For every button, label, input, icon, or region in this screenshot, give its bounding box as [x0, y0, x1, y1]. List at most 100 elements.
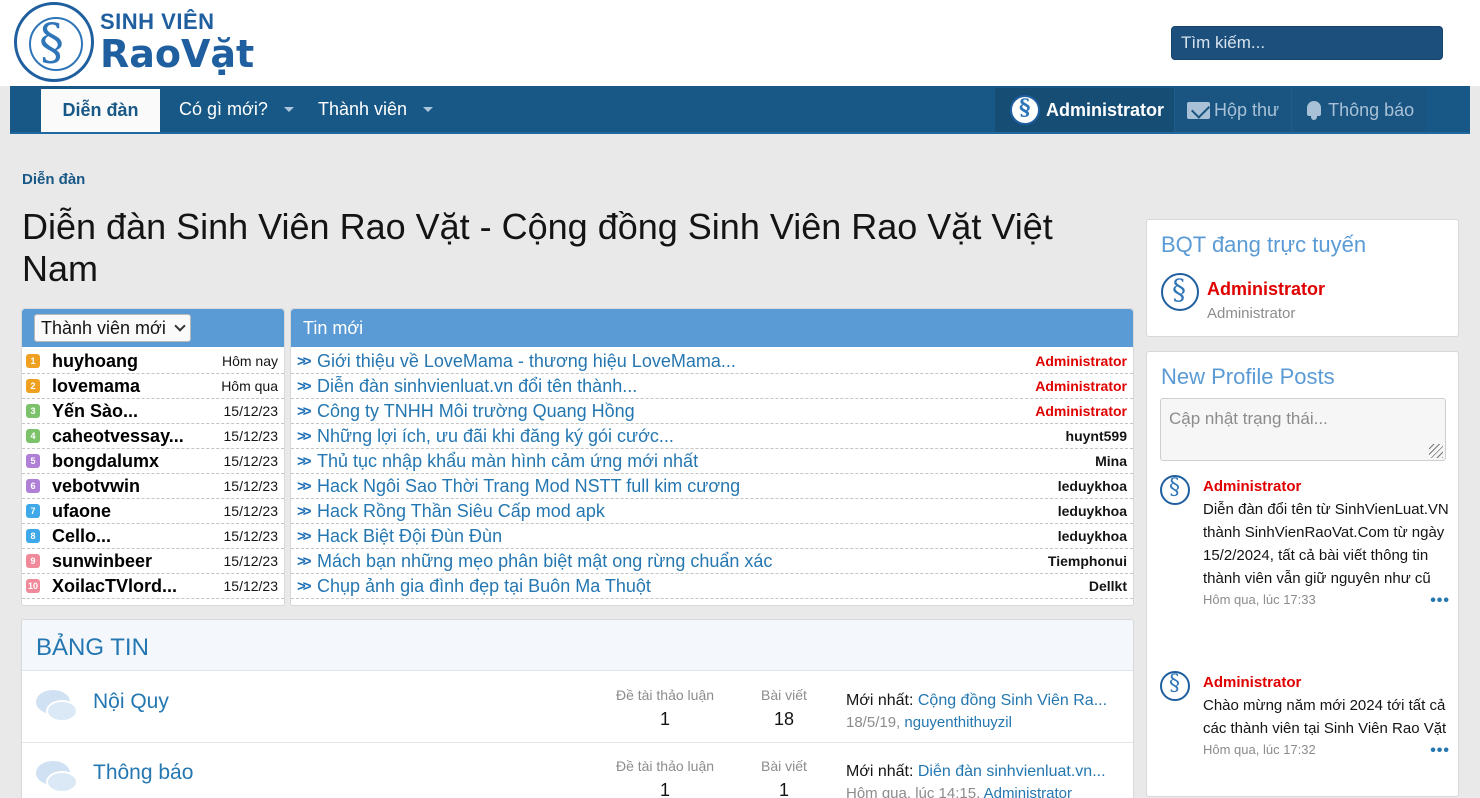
- latest-thread-link[interactable]: Diễn đàn sinhvienluat.vn...: [918, 763, 1106, 780]
- latest-prefix: Mới nhất:: [846, 763, 918, 780]
- more-options-icon[interactable]: •••: [1430, 742, 1450, 760]
- thread-author[interactable]: Administrator: [1035, 378, 1127, 394]
- alerts-button[interactable]: Thông báo: [1291, 88, 1427, 132]
- logo-emblem-icon: [14, 2, 94, 82]
- post-time[interactable]: Hôm qua, lúc 17:32: [1203, 742, 1316, 760]
- account-name: Administrator: [1046, 99, 1165, 120]
- thread-author[interactable]: leduykhoa: [1058, 528, 1127, 544]
- profile-posts-title[interactable]: New Profile Posts: [1147, 352, 1458, 390]
- thread-author[interactable]: Tiemphonui: [1048, 553, 1127, 569]
- rank-badge-icon: 1: [26, 354, 40, 368]
- rank-badge-icon: 8: [26, 529, 40, 543]
- node-title[interactable]: Thông báo: [93, 761, 193, 785]
- latest-user-link[interactable]: nguyenthithuyzil: [904, 714, 1012, 731]
- tab-whats-new[interactable]: Có gì mới?: [179, 86, 294, 132]
- thread-title-link[interactable]: Hack Ngôi Sao Thời Trang Mod NSTT full k…: [317, 476, 1050, 497]
- category-title[interactable]: BẢNG TIN: [22, 620, 1133, 671]
- more-options-icon[interactable]: •••: [1430, 592, 1450, 610]
- thread-title-link[interactable]: Công ty TNHH Môi trường Quang Hồng: [317, 401, 1027, 422]
- thread-title-link[interactable]: Thủ tục nhập khẩu màn hình cảm ứng mới n…: [317, 451, 1087, 472]
- member-row: 4 caheotvessay... 15/12/23: [22, 424, 284, 449]
- member-row: 2 lovemama Hôm qua: [22, 374, 284, 399]
- member-name[interactable]: lovemama: [52, 376, 217, 397]
- thread-author[interactable]: leduykhoa: [1058, 478, 1127, 494]
- search-input[interactable]: Tìm kiếm...: [1171, 26, 1443, 60]
- member-row: 3 Yến Sào... 15/12/23: [22, 399, 284, 424]
- thread-title-link[interactable]: Diễn đàn sinhvienluat.vn đổi tên thành..…: [317, 376, 1027, 397]
- double-chevron-right-icon: >>: [297, 502, 312, 520]
- profile-post: Administrator Diễn đàn đổi tên từ SinhVi…: [1160, 475, 1450, 610]
- post-author[interactable]: Administrator: [1203, 475, 1450, 498]
- member-name[interactable]: caheotvessay...: [52, 426, 220, 447]
- latest-thread-link[interactable]: Cộng đồng Sinh Viên Ra...: [918, 692, 1107, 709]
- thread-row: >> Những lợi ích, ưu đãi khi đăng ký gói …: [291, 424, 1133, 449]
- tab-members[interactable]: Thành viên: [318, 86, 434, 132]
- thread-title-link[interactable]: Mách bạn những mẹo phân biệt mật ong rừn…: [317, 551, 1040, 572]
- member-row: 5 bongdalumx 15/12/23: [22, 449, 284, 474]
- post-avatar[interactable]: [1160, 475, 1190, 505]
- breadcrumb[interactable]: Diễn đàn: [22, 171, 85, 188]
- member-name[interactable]: XoilacTVlord...: [52, 576, 220, 597]
- staff-avatar[interactable]: [1161, 273, 1199, 311]
- latest-date[interactable]: 18/5/19: [846, 714, 896, 731]
- thread-author[interactable]: huynt599: [1066, 428, 1127, 444]
- latest-prefix: Mới nhất:: [846, 692, 918, 709]
- post-avatar[interactable]: [1160, 671, 1190, 701]
- member-join-date: 15/12/23: [223, 503, 279, 519]
- resize-handle-icon[interactable]: [1429, 444, 1443, 458]
- latest-user-link[interactable]: Administrator: [984, 785, 1072, 798]
- inbox-label: Hộp thư: [1214, 99, 1280, 120]
- inbox-button[interactable]: Hộp thư: [1174, 88, 1292, 132]
- posts-count: 1: [778, 780, 789, 798]
- new-members-widget: Thành viên mới 1 huyhoang Hôm nay 2 lovemama…: [21, 308, 285, 606]
- thread-author[interactable]: leduykhoa: [1058, 503, 1127, 519]
- staff-online-title[interactable]: BQT đang trực tuyến: [1147, 220, 1458, 258]
- chevron-down-icon: [174, 319, 186, 332]
- node-title[interactable]: Nội Quy: [93, 690, 169, 714]
- thread-title-link[interactable]: Giới thiệu về LoveMama - thương hiệu Lov…: [317, 351, 1027, 372]
- staff-online-widget: BQT đang trực tuyến Administrator Admini…: [1146, 219, 1459, 337]
- status-update-input[interactable]: Cập nhật trạng thái...: [1160, 398, 1446, 461]
- new-members-header: Thành viên mới: [22, 309, 284, 347]
- member-join-date: 15/12/23: [223, 428, 279, 444]
- page-title: Diễn đàn Sinh Viên Rao Vặt - Cộng đồng S…: [22, 206, 1053, 289]
- site-logo[interactable]: SINH VIÊN RaoVặt: [14, 2, 254, 82]
- member-join-date: Hôm qua: [221, 378, 278, 394]
- post-author[interactable]: Administrator: [1203, 671, 1450, 694]
- member-name[interactable]: Yến Sào...: [52, 401, 220, 422]
- rank-badge-icon: 2: [26, 379, 40, 393]
- staff-name[interactable]: Administrator: [1207, 279, 1325, 300]
- thread-title-link[interactable]: Hack Rồng Thần Siêu Cấp mod apk: [317, 501, 1050, 522]
- chevron-down-icon[interactable]: [283, 106, 294, 112]
- latest-date[interactable]: Hôm qua, lúc 14:15: [846, 785, 976, 798]
- tab-forums[interactable]: Diễn đàn: [41, 86, 160, 132]
- member-name[interactable]: sunwinbeer: [52, 551, 220, 572]
- member-name[interactable]: Cello...: [52, 526, 220, 547]
- thread-row: >> Hack Biệt Đội Đùn Đùn leduykhoa: [291, 524, 1133, 549]
- thread-author[interactable]: Mina: [1095, 453, 1127, 469]
- member-join-date: 15/12/23: [223, 578, 279, 594]
- envelope-icon: [1187, 101, 1211, 119]
- member-join-date: 15/12/23: [223, 478, 279, 494]
- thread-author[interactable]: Administrator: [1035, 353, 1127, 369]
- chat-bubbles-icon: [36, 761, 78, 797]
- member-name[interactable]: huyhoang: [52, 351, 218, 372]
- chevron-down-icon[interactable]: [423, 106, 434, 112]
- user-avatar: [1010, 95, 1040, 125]
- thread-author[interactable]: Administrator: [1035, 403, 1127, 419]
- member-name[interactable]: vebotvwin: [52, 476, 220, 497]
- thread-title-link[interactable]: Chụp ảnh gia đình đẹp tại Buôn Ma Thuột: [317, 576, 1081, 597]
- thread-title-link[interactable]: Những lợi ích, ưu đãi khi đăng ký gói cư…: [317, 426, 1058, 447]
- thread-row: >> Mách bạn những mẹo phân biệt mật ong r…: [291, 549, 1133, 574]
- member-join-date: Hôm nay: [221, 353, 278, 369]
- account-button[interactable]: Administrator: [995, 88, 1175, 132]
- post-time[interactable]: Hôm qua, lúc 17:33: [1203, 592, 1316, 610]
- member-name[interactable]: bongdalumx: [52, 451, 220, 472]
- tab-members-label: Thành viên: [318, 98, 408, 119]
- thread-author[interactable]: Dellkt: [1089, 578, 1127, 594]
- rank-badge-icon: 9: [26, 554, 40, 568]
- members-filter-select[interactable]: Thành viên mới: [34, 314, 191, 342]
- double-chevron-right-icon: >>: [297, 452, 312, 470]
- thread-title-link[interactable]: Hack Biệt Đội Đùn Đùn: [317, 526, 1050, 547]
- member-name[interactable]: ufaone: [52, 501, 220, 522]
